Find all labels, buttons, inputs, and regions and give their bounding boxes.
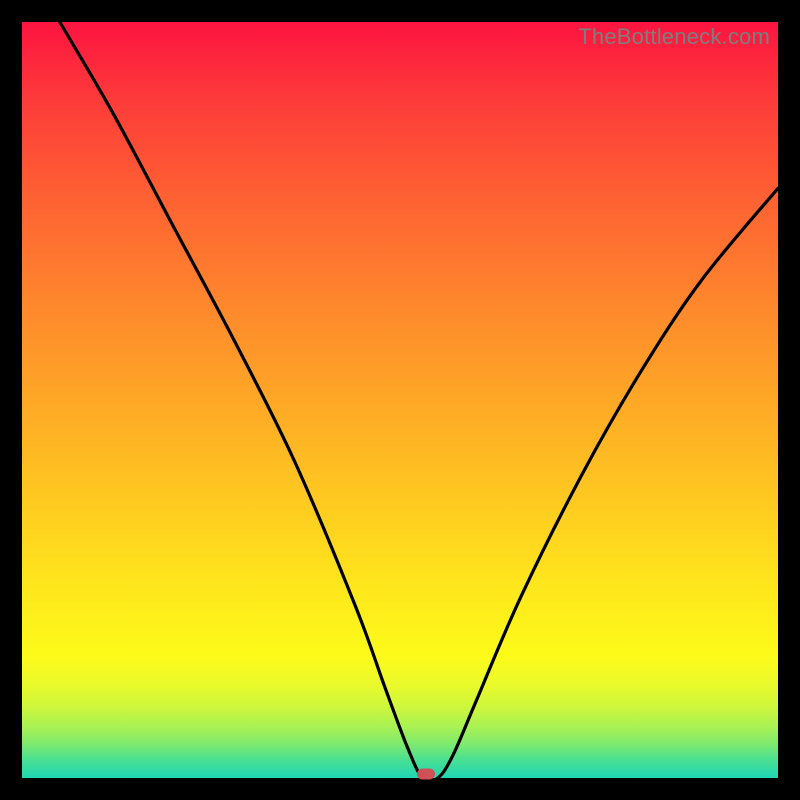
bottleneck-curve xyxy=(22,22,778,778)
watermark-text: TheBottleneck.com xyxy=(578,24,770,50)
minimum-marker xyxy=(417,769,435,780)
chart-frame: TheBottleneck.com xyxy=(0,0,800,800)
chart-plot-area: TheBottleneck.com xyxy=(22,22,778,778)
curve-path xyxy=(60,22,778,778)
